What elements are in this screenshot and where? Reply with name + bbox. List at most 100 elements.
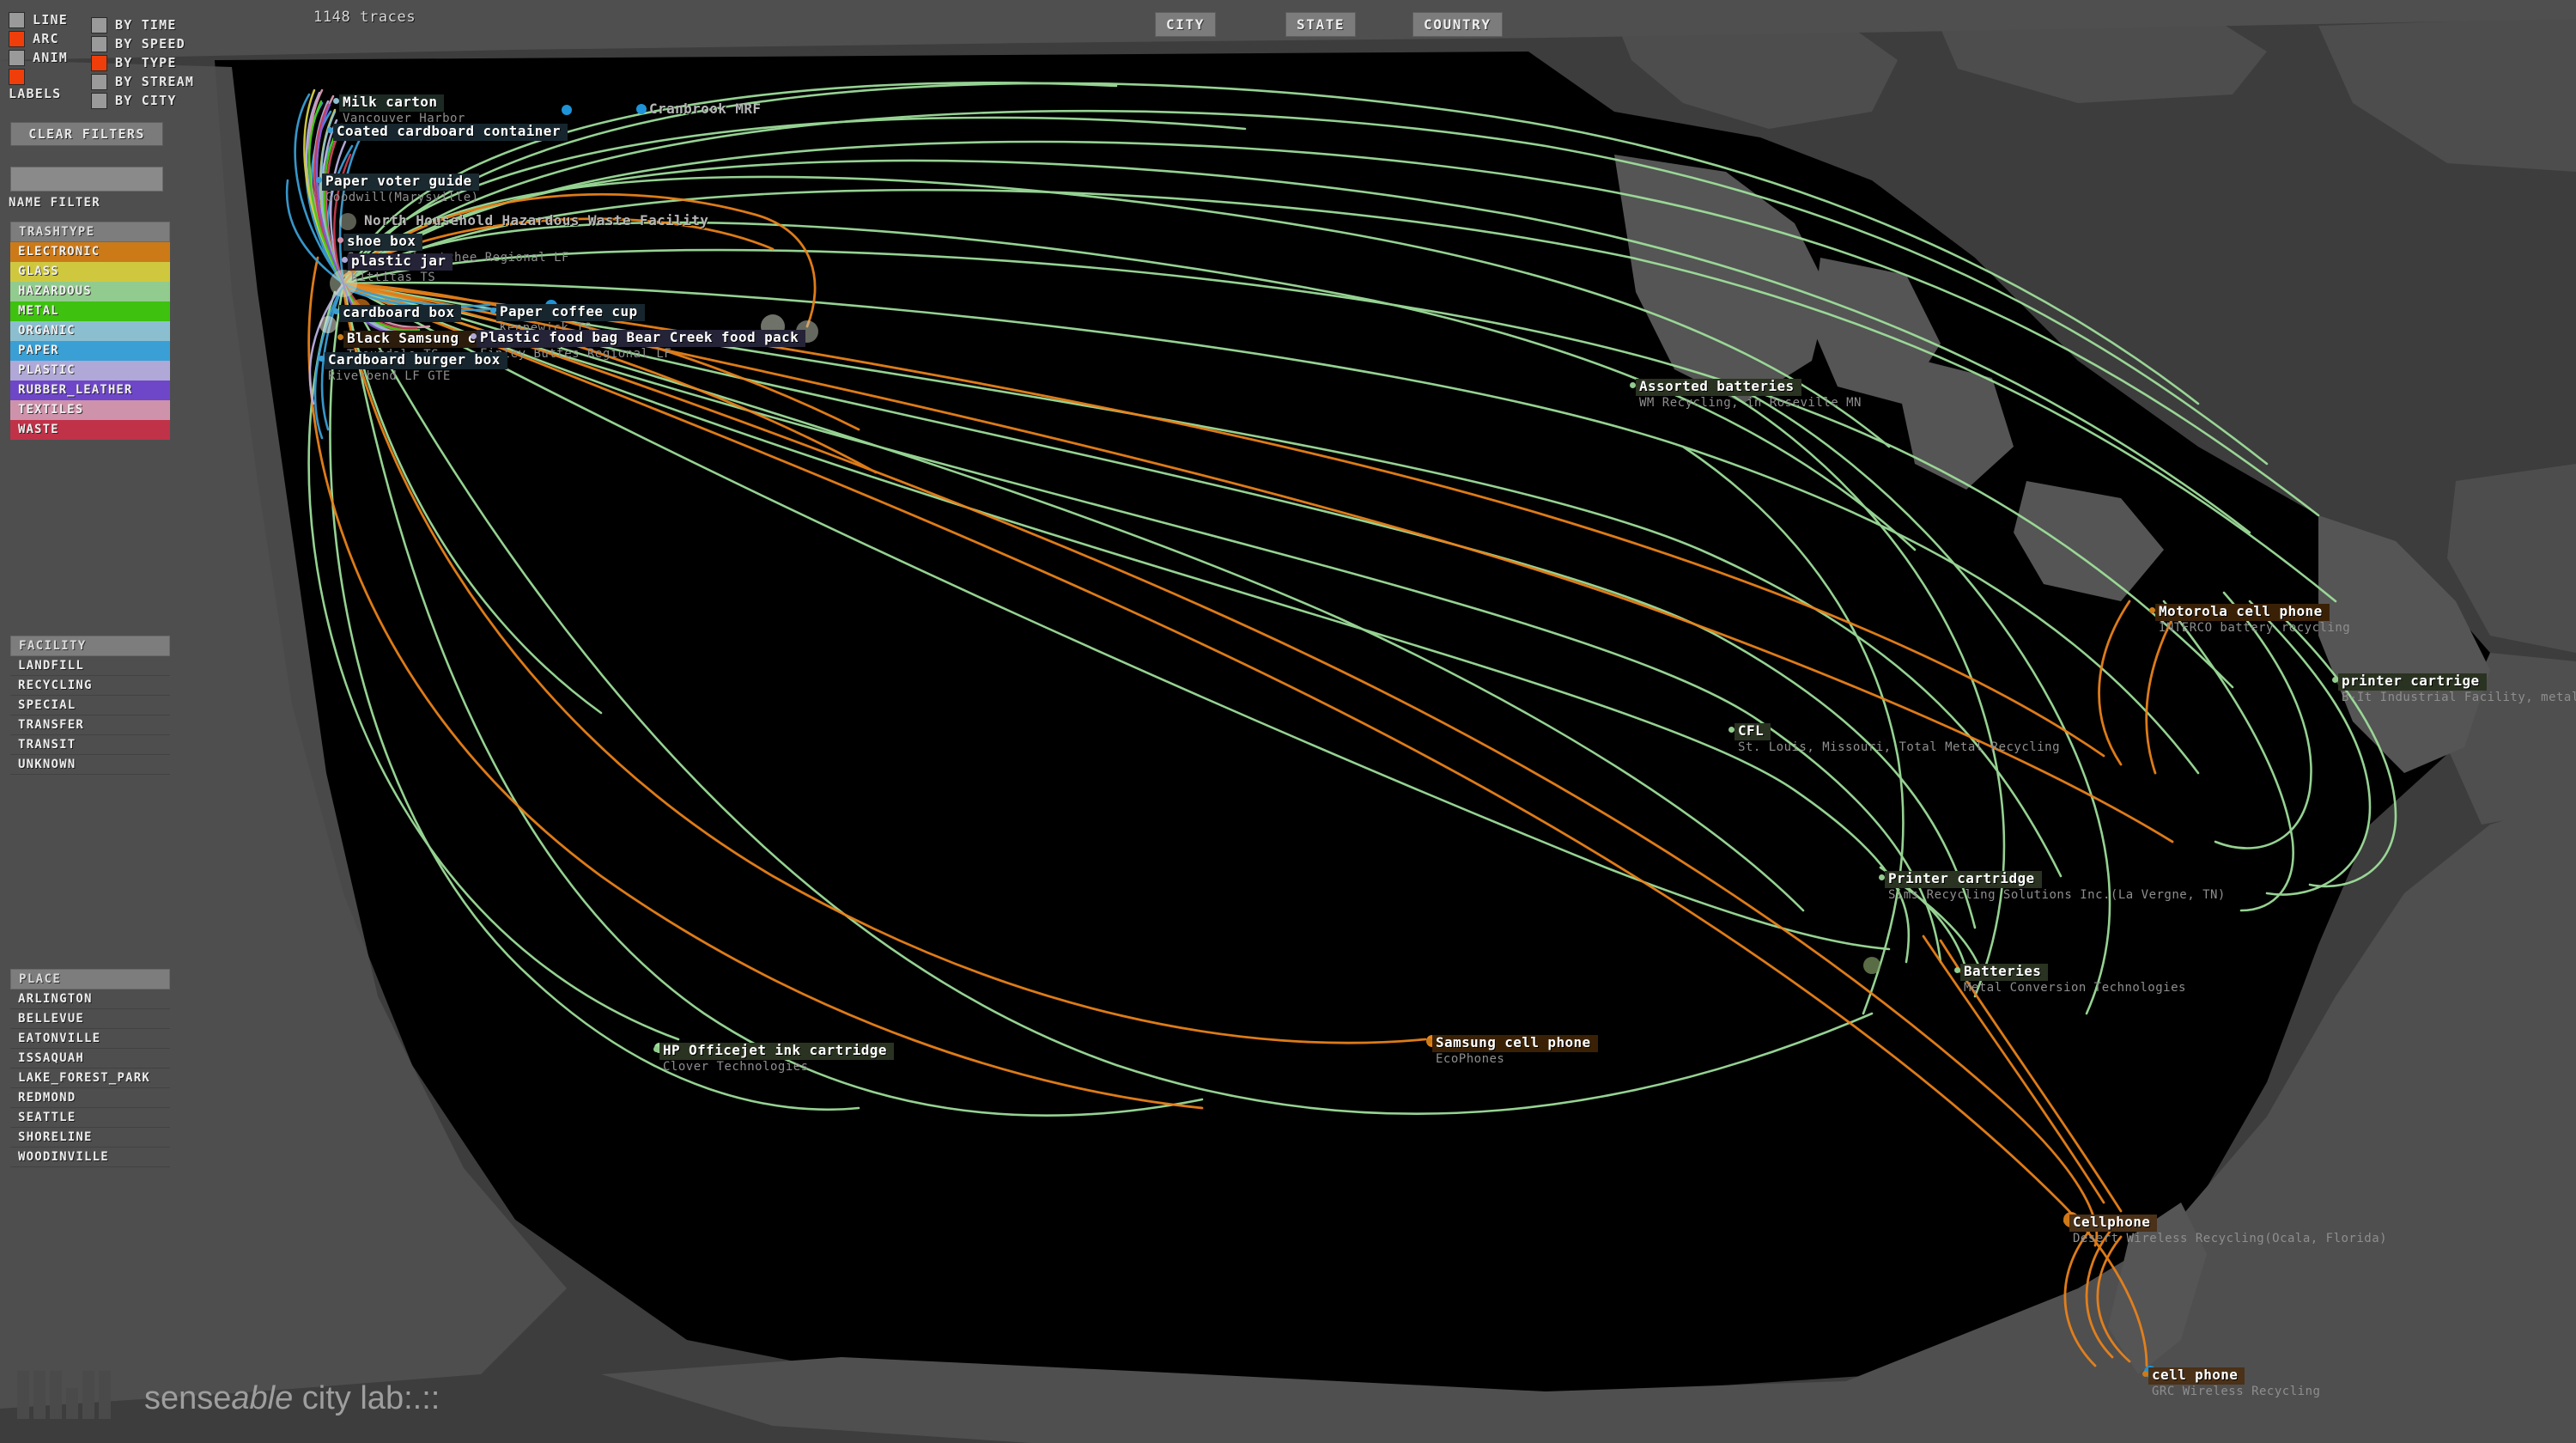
- map-label[interactable]: HP Officejet ink cartridge Clover Technol…: [653, 1043, 894, 1074]
- checkbox-by-type[interactable]: [91, 54, 107, 71]
- trashtype-item-glass[interactable]: GLASS: [10, 262, 170, 282]
- facility-item-transit[interactable]: TRANSIT: [10, 735, 170, 755]
- checkbox-by-stream[interactable]: [91, 73, 107, 90]
- map-label[interactable]: Coated cardboard container: [327, 124, 568, 141]
- toggle-labels-label: LABELS: [9, 86, 62, 101]
- place-header: PLACE: [10, 969, 170, 989]
- map-label-dot-icon: [2149, 607, 2155, 613]
- map-label-dot-icon: [319, 356, 325, 362]
- place-item-eatonville[interactable]: EATONVILLE: [10, 1029, 170, 1049]
- checkbox-by-speed[interactable]: [91, 35, 107, 52]
- place-item-shoreline[interactable]: SHORELINE: [10, 1128, 170, 1148]
- toggle-arc[interactable]: ARC: [9, 29, 59, 48]
- map-label-dot-icon: [2063, 1218, 2069, 1224]
- map-label-title: Batteries: [1960, 964, 2049, 981]
- toggle-by-type[interactable]: BY TYPE: [91, 53, 177, 72]
- map-label-title: Assorted batteries: [1636, 379, 1801, 396]
- place-item-redmond[interactable]: REDMOND: [10, 1088, 170, 1108]
- toggle-line[interactable]: LINE: [9, 10, 68, 29]
- place-item-issaquah[interactable]: ISSAQUAH: [10, 1049, 170, 1069]
- toggle-by-time[interactable]: BY TIME: [91, 15, 177, 34]
- map-label-dot-icon: [342, 257, 348, 263]
- map-label[interactable]: cell phone GRC Wireless Recycling: [2142, 1367, 2320, 1397]
- map-label-subtitle: Desert Wireless Recycling(Ocala, Florida…: [2073, 1231, 2388, 1245]
- checkbox-line[interactable]: [9, 11, 25, 28]
- map-label[interactable]: Samsung cell phone EcoPhones: [1426, 1035, 1598, 1066]
- map-label[interactable]: CFL St. Louis, Missouri, Total Metal Recy…: [1728, 723, 2060, 753]
- toggle-by-city-label: BY CITY: [115, 93, 177, 108]
- map-label-subtitle: Clover Technologies: [663, 1059, 809, 1074]
- toggle-by-city[interactable]: BY CITY: [91, 91, 177, 110]
- facility-item-special[interactable]: SPECIAL: [10, 696, 170, 715]
- map-label-title: printer cartrige: [2338, 673, 2487, 691]
- map-label-title: shoe box: [343, 234, 423, 251]
- checkbox-by-city[interactable]: [91, 92, 107, 109]
- map-label[interactable]: Milk carton Vancouver Harbor: [333, 94, 465, 125]
- map-label-title: cardboard box: [339, 305, 462, 322]
- toggle-anim[interactable]: ANIM: [9, 48, 68, 67]
- trashtype-item-plastic[interactable]: PLASTIC: [10, 361, 170, 381]
- name-filter-input[interactable]: [10, 167, 163, 192]
- trashtype-item-hazardous[interactable]: HAZARDOUS: [10, 282, 170, 301]
- scope-button-country[interactable]: COUNTRY: [1413, 12, 1503, 37]
- place-item-bellevue[interactable]: BELLEVUE: [10, 1009, 170, 1029]
- map-label[interactable]: Assorted batteries WM Recycling, in Rosev…: [1630, 379, 1862, 409]
- map-label-title: cell phone: [2148, 1367, 2245, 1385]
- facility-item-transfer[interactable]: TRANSFER: [10, 715, 170, 735]
- map-label-title: Printer cartridge: [1885, 871, 2042, 888]
- map-label-title: Paper voter guide: [322, 174, 479, 191]
- map-label[interactable]: Cardboard burger box Riverbend LF GTE: [319, 352, 507, 382]
- clear-filters-button[interactable]: CLEAR FILTERS: [10, 122, 163, 146]
- checkbox-arc[interactable]: [9, 30, 25, 47]
- map-label[interactable]: Printer cartridge Sims Recycling Solution…: [1879, 871, 2226, 902]
- map-label-dot-icon: [490, 307, 496, 314]
- map-label-title: plastic jar: [348, 253, 453, 271]
- facility-item-recycling[interactable]: RECYCLING: [10, 676, 170, 696]
- map-label-dot-icon: [316, 177, 322, 183]
- map-label-title: Paper coffee cup: [496, 304, 645, 321]
- map-label[interactable]: Cranbrook MRF: [646, 101, 768, 119]
- trashtype-item-organic[interactable]: ORGANIC: [10, 321, 170, 341]
- map-label-dot-icon: [1728, 727, 1735, 733]
- map-label[interactable]: Motorola cell phone INTERCO battery recyc…: [2149, 604, 2350, 634]
- scope-button-city[interactable]: CITY: [1155, 12, 1216, 37]
- place-item-woodinville[interactable]: WOODINVILLE: [10, 1148, 170, 1167]
- trashtype-item-electronic[interactable]: ELECTRONIC: [10, 242, 170, 262]
- facility-item-unknown[interactable]: UNKNOWN: [10, 755, 170, 775]
- map-label[interactable]: plastic jar Kittitas TS: [342, 253, 453, 283]
- scope-button-state[interactable]: STATE: [1285, 12, 1357, 37]
- facility-item-landfill[interactable]: LANDFILL: [10, 656, 170, 676]
- toggle-by-speed[interactable]: BY SPEED: [91, 34, 185, 53]
- map-label-dot-icon: [327, 127, 333, 133]
- toggle-anim-label: ANIM: [33, 50, 68, 65]
- map-label[interactable]: Plastic food bag Bear Creek food pack Fin…: [471, 330, 806, 361]
- toggle-by-stream[interactable]: BY STREAM: [91, 72, 194, 91]
- map-label-subtitle: EcoPhones: [1436, 1051, 1505, 1066]
- map-label-dot-icon: [653, 1046, 659, 1052]
- place-item-arlington[interactable]: ARLINGTON: [10, 989, 170, 1009]
- map-label[interactable]: Paper voter guide Goodwill(Marysville): [316, 174, 479, 204]
- map-label[interactable]: Batteries Metal Conversion Technologies: [1954, 964, 2186, 994]
- map-label-dot-icon: [2332, 677, 2338, 683]
- place-item-seattle[interactable]: SEATTLE: [10, 1108, 170, 1128]
- map-label-title: Cellphone: [2069, 1215, 2158, 1232]
- map-label-dot-icon: [337, 237, 343, 243]
- trashtype-item-rubber-leather[interactable]: RUBBER_LEATHER: [10, 381, 170, 400]
- checkbox-labels[interactable]: [9, 68, 25, 85]
- trashtype-item-waste[interactable]: WASTE: [10, 420, 170, 440]
- map-label-subtitle: Sims Recycling Solutions Inc.(La Vergne,…: [1888, 887, 2226, 902]
- map-label-title: Motorola cell phone: [2155, 604, 2330, 621]
- trashtype-item-metal[interactable]: METAL: [10, 301, 170, 321]
- trashtype-item-paper[interactable]: PAPER: [10, 341, 170, 361]
- facility-header: FACILITY: [10, 636, 170, 656]
- trashtype-item-textiles[interactable]: TEXTILES: [10, 400, 170, 420]
- map-label[interactable]: North Household Hazardous Waste Facility: [361, 213, 715, 230]
- map-label[interactable]: cardboard box: [333, 305, 462, 322]
- map-label-subtitle: Finley Buttes Regional LF: [480, 346, 672, 361]
- map-label[interactable]: printer cartrige B-It Industrial Facility…: [2332, 673, 2576, 703]
- checkbox-anim[interactable]: [9, 49, 25, 66]
- map-label[interactable]: Cellphone Desert Wireless Recycling(Ocala…: [2063, 1215, 2388, 1245]
- toggle-labels[interactable]: [9, 67, 33, 86]
- place-item-lake-forest-park[interactable]: LAKE_FOREST_PARK: [10, 1069, 170, 1088]
- checkbox-by-time[interactable]: [91, 16, 107, 33]
